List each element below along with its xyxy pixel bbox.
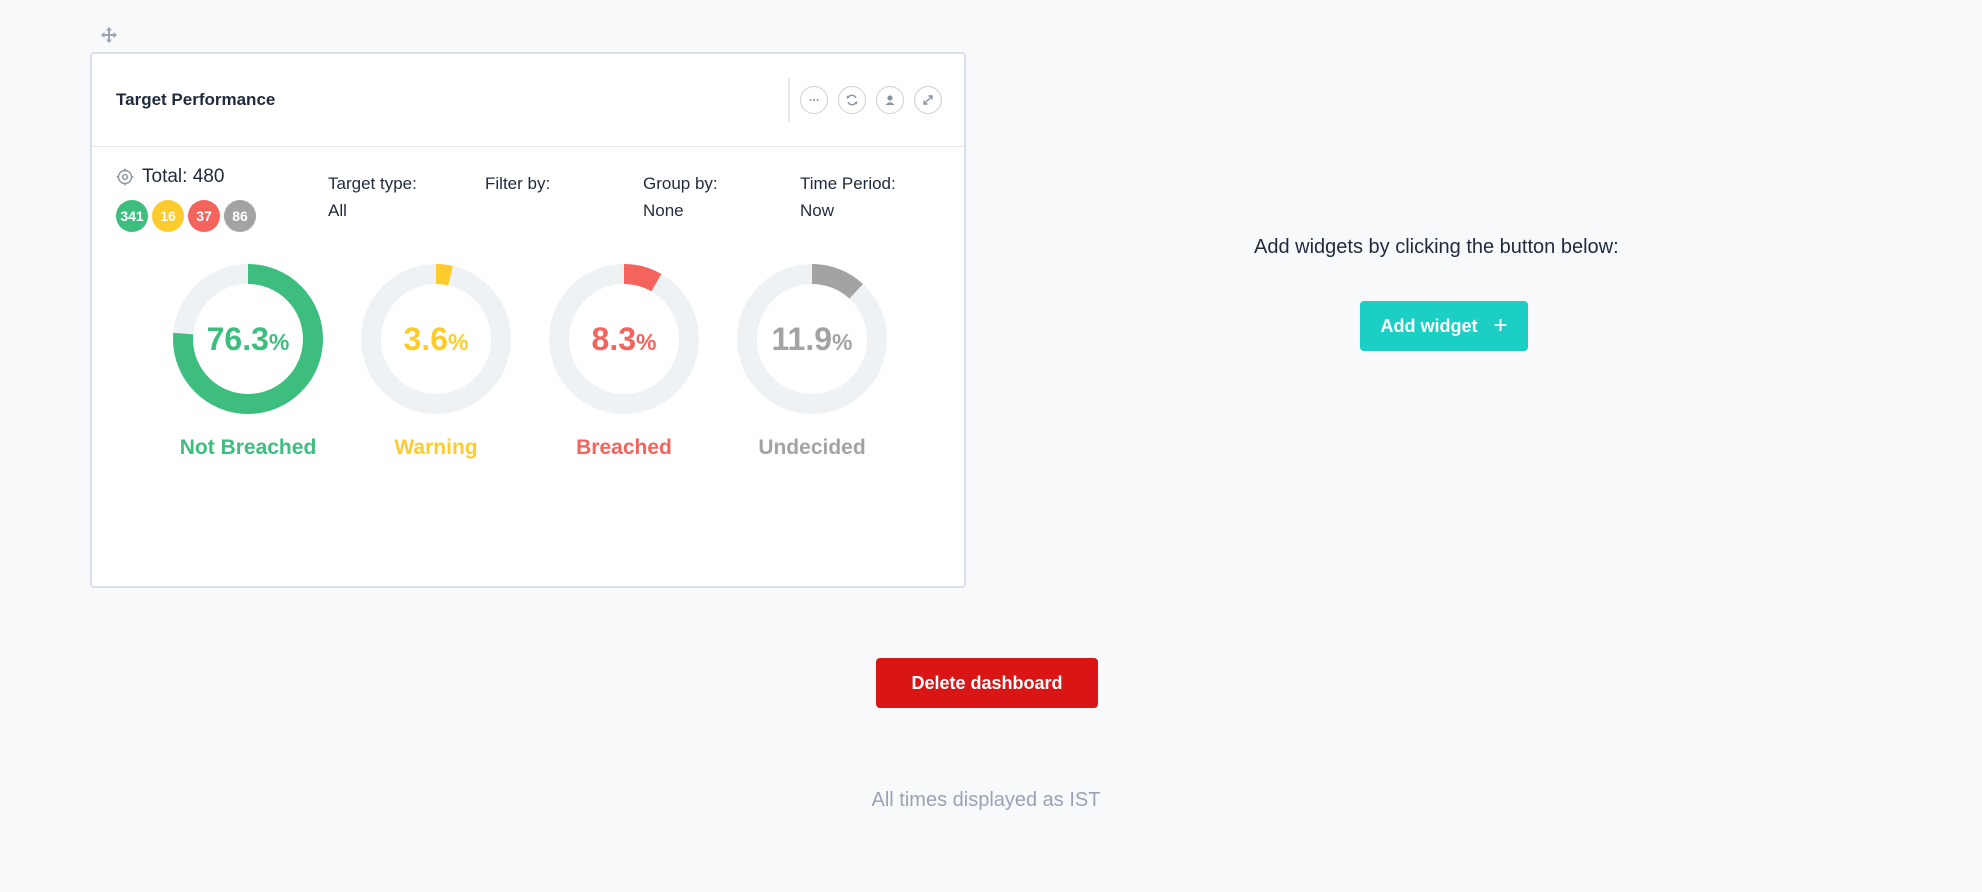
donut-chart: 76.3% [173,264,323,414]
donut-chart: 11.9% [737,264,887,414]
add-widget-label: Add widget [1380,315,1478,336]
expand-button[interactable] [914,86,942,114]
warning-badge: 16 [152,200,184,232]
user-icon [885,95,895,105]
add-widgets-prompt: Add widgets by clicking the button below… [1254,236,1619,258]
add-widget-button[interactable]: Add widget + [1360,301,1528,351]
donut-breached[interactable]: 8.3% Breached [530,264,718,460]
donut-unit: % [448,329,468,355]
donut-chart: 3.6% [361,264,511,414]
plus-icon: + [1493,312,1508,339]
donut-warning[interactable]: 3.6% Warning [342,264,530,460]
refresh-button[interactable] [838,86,866,114]
meta-value: Now [800,201,835,220]
meta-label: Time Period: [800,174,896,193]
meta-label: Filter by: [485,174,551,193]
donut-unit: % [636,329,656,355]
time-period-filter[interactable]: Time Period: Now [800,170,896,224]
donut-label: Warning [394,436,478,459]
donut-value: 11.9 [772,321,833,357]
donut-percentage: 8.3% [592,321,657,357]
donut-chart: 8.3% [549,264,699,414]
more-icon [809,99,819,101]
donut-value: 76.3 [207,321,269,357]
widget-header: Target Performance [92,54,964,147]
drag-handle-icon[interactable] [100,26,118,44]
donut-label: Not Breached [179,436,317,459]
group-by-filter[interactable]: Group by: None [643,170,718,224]
meta-label: Target type: [328,174,417,193]
donut-percentage: 76.3% [207,321,290,357]
total-row: Total: 480 [116,166,224,188]
donut-label: Undecided [758,436,866,459]
breached-badge: 37 [188,200,220,232]
meta-label: Group by: [643,174,718,193]
header-divider [788,78,790,122]
total-count: Total: 480 [142,166,225,187]
donut-percentage: 11.9% [772,321,853,357]
filter-by-filter[interactable]: Filter by: [485,170,550,197]
donut-not-breached[interactable]: 76.3% Not Breached [154,264,342,460]
donut-unit: % [832,329,852,355]
target-type-filter[interactable]: Target type: All [328,170,417,224]
donut-value: 3.6 [404,321,448,357]
expand-icon [923,95,933,105]
donut-unit: % [269,329,289,355]
target-icon [116,168,134,186]
target-performance-widget: Target Performance Total: 480 341 16 37 … [90,52,966,588]
timezone-note: All times displayed as IST [871,789,1101,811]
meta-value: None [643,201,684,220]
status-badges: 341 16 37 86 [116,200,260,232]
more-options-button[interactable] [800,86,828,114]
widget-title: Target Performance [116,90,276,109]
delete-dashboard-button[interactable]: Delete dashboard [876,658,1098,708]
donut-label: Breached [576,436,672,459]
donut-undecided[interactable]: 11.9% Undecided [718,264,906,460]
donut-value: 8.3 [592,321,636,357]
undecided-badge: 86 [224,200,256,232]
meta-value: All [328,201,347,220]
donut-percentage: 3.6% [404,321,469,357]
not-breached-badge: 341 [116,200,148,232]
refresh-icon [846,94,858,106]
move-arrows-icon [101,27,117,43]
user-button[interactable] [876,86,904,114]
